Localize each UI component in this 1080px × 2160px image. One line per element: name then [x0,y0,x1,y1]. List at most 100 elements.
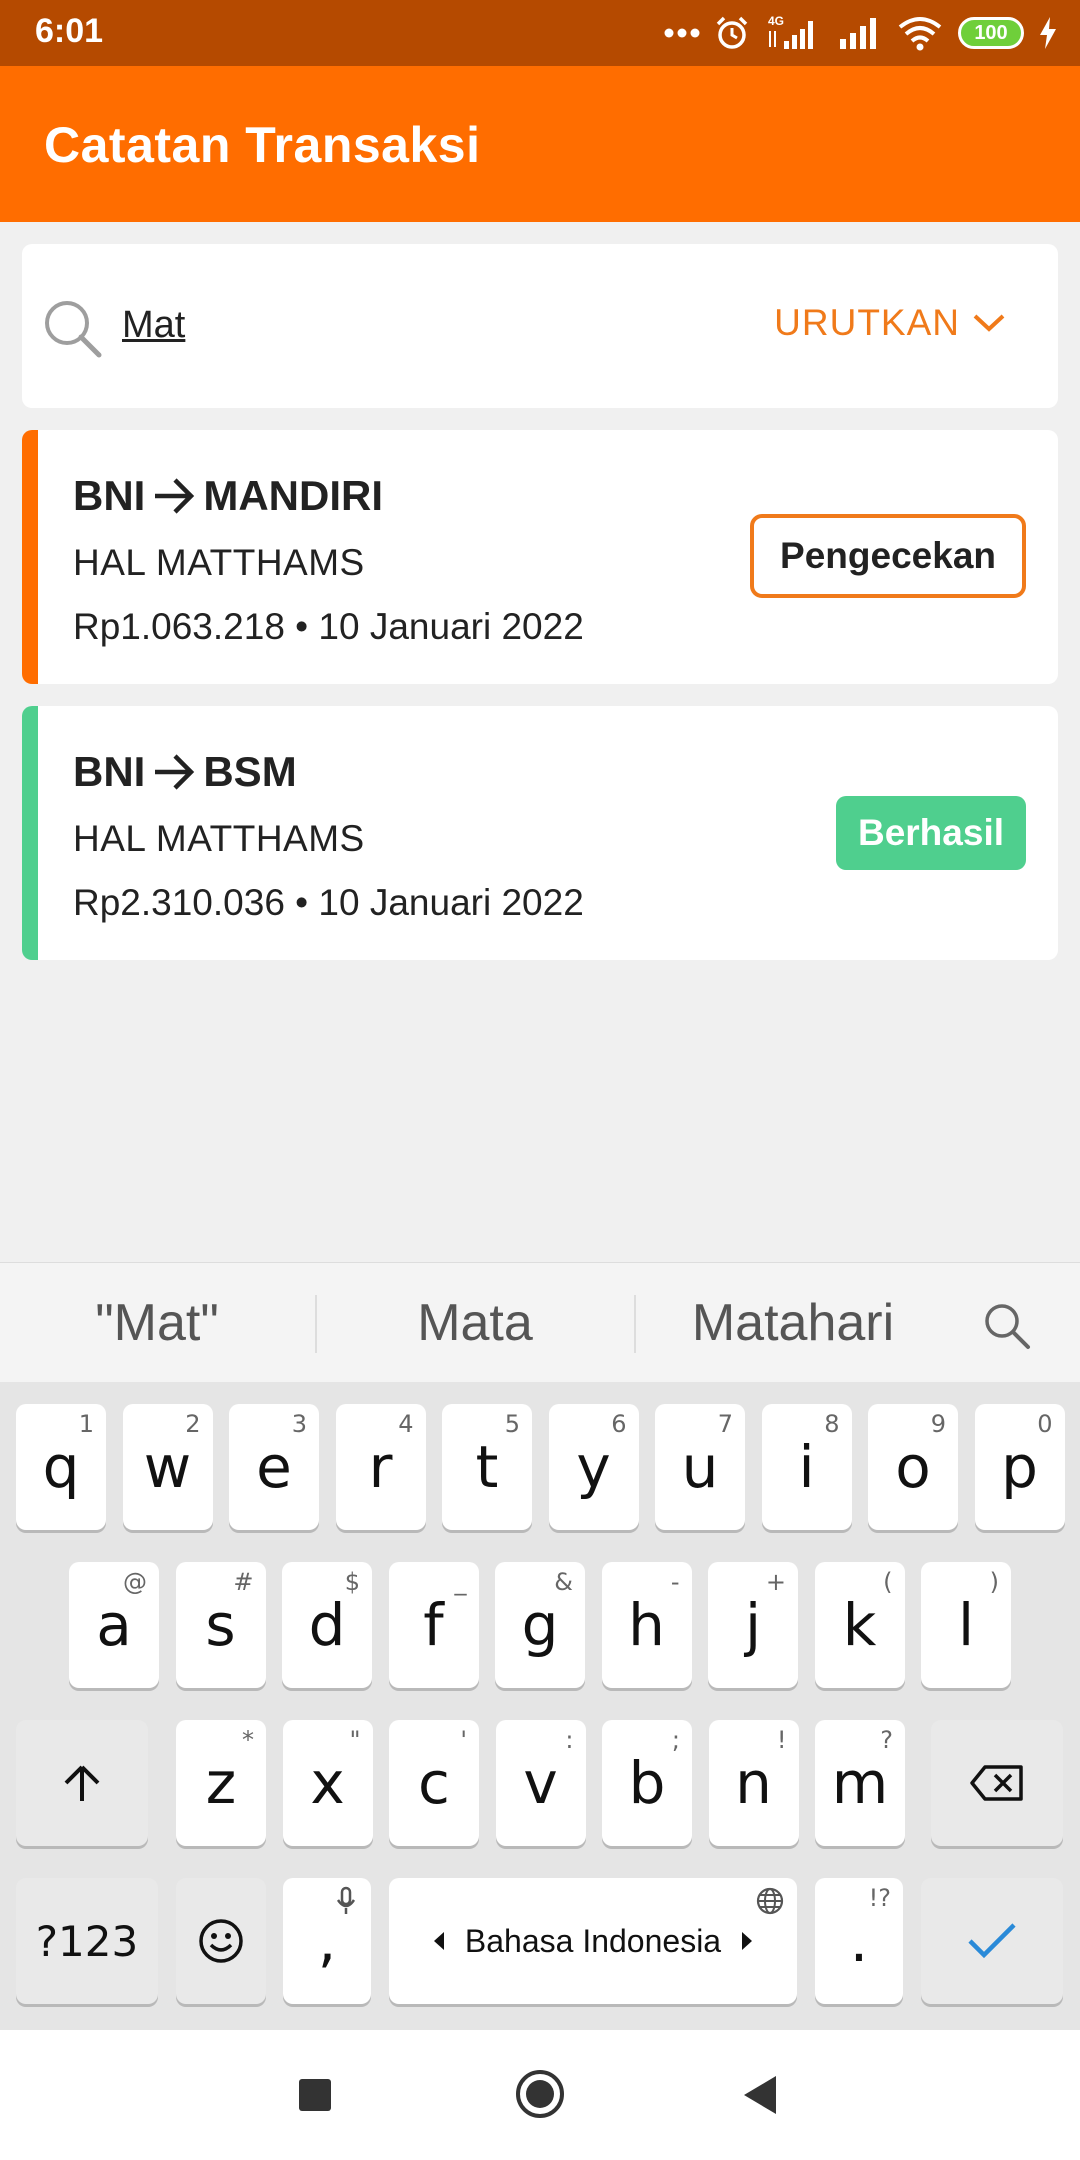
key-m[interactable]: m? [815,1720,905,1846]
key-x[interactable]: x " [282,1720,373,1846]
key-hint: _ [454,1568,467,1596]
suggestion-item[interactable]: Matahari [638,1293,948,1353]
key-hint: @ [123,1568,147,1596]
key-c[interactable]: c ' [389,1720,479,1846]
transaction-card[interactable]: BNI MANDIRI HAL MATTHAMS Rp1.063.218 • 1… [22,430,1058,684]
key-hint: ( [883,1568,893,1596]
emoji-key[interactable] [176,1878,266,2004]
key-y[interactable]: y6 [548,1404,639,1530]
key-hint: ? [880,1726,893,1754]
key-label: y [576,1433,611,1501]
period-key-label: . [849,1907,869,1975]
key-hint: 6 [611,1410,627,1438]
key-hint: ; [671,1726,680,1754]
key-j[interactable]: j + [708,1562,798,1688]
key-hint: 9 [930,1410,946,1438]
wifi-icon [898,17,942,51]
key-s[interactable]: s # [175,1562,266,1688]
battery-icon: 100 [958,17,1024,49]
backspace-icon [970,1765,1023,1801]
period-key[interactable]: . !? [815,1878,903,2004]
comma-key-label: , [317,1907,337,1975]
space-key-label: Bahasa Indonesia [433,1923,753,1960]
suggestion-item[interactable]: Mata [320,1293,630,1353]
symbols-key[interactable]: ?123 [16,1878,158,2004]
svg-text:4G: 4G [768,14,784,28]
key-hint: 1 [78,1410,94,1438]
comma-key[interactable]: , [283,1878,371,2004]
key-b[interactable]: b; [602,1720,692,1846]
suggestion-item[interactable]: "Mat" [2,1293,312,1353]
key-q[interactable]: q1 [16,1404,106,1530]
recents-square-icon[interactable] [298,2078,332,2112]
backspace-key[interactable] [931,1720,1063,1846]
account-name: HAL MATTHAMS [73,542,365,583]
key-hint: - [670,1568,680,1596]
key-e[interactable]: e3 [229,1404,319,1530]
key-label: w [143,1433,192,1501]
keyboard-search-icon[interactable] [982,1301,1032,1351]
arrow-right-icon [155,478,195,514]
navigation-bar [0,2030,1080,2160]
key-r[interactable]: r4 [335,1404,426,1530]
globe-icon [756,1887,784,1915]
search-input[interactable] [122,292,622,358]
status-icons: 4G 100 [664,10,1058,56]
microphone-icon [336,1886,356,1914]
key-label: l [957,1591,975,1659]
arrow-right-icon [155,754,195,790]
key-g[interactable]: g & [495,1562,585,1688]
key-hint: + [765,1568,786,1596]
caret-right-icon [742,1932,753,1950]
suggestion-divider [315,1295,317,1353]
key-label: t [475,1433,499,1501]
source-bank: BNI [73,748,146,795]
key-z[interactable]: z * [176,1720,266,1846]
key-p[interactable]: p0 [974,1404,1065,1530]
key-hint: 4 [398,1410,414,1438]
key-f[interactable]: f _ [388,1562,479,1688]
shift-arrow-icon [64,1765,100,1801]
checkmark-icon [968,1923,1016,1959]
key-h[interactable]: h- [601,1562,692,1688]
destination-bank: BSM [203,748,297,795]
search-card: URUTKAN [22,244,1058,408]
key-t[interactable]: t5 [442,1404,532,1530]
key-v[interactable]: v: [495,1720,586,1846]
status-badge: Pengecekan [750,514,1026,598]
shift-key[interactable] [16,1720,148,1846]
key-d[interactable]: d $ [282,1562,372,1688]
sort-button[interactable]: URUTKAN [774,302,1006,344]
transaction-route: BNI MANDIRI [73,472,383,520]
charging-icon [1040,17,1056,49]
status-bar: 6:01 4G 100 [0,0,1080,66]
enter-key[interactable] [921,1878,1063,2004]
key-label: r [368,1433,393,1501]
key-hint: ! [776,1726,787,1754]
transaction-card[interactable]: BNI BSM HAL MATTHAMS Rp2.310.036 • 10 Ja… [22,706,1058,960]
suggestion-bar: "Mat" Mata Matahari [0,1262,1080,1382]
key-i[interactable]: i8 [761,1404,852,1530]
home-circle-icon[interactable] [514,2068,566,2120]
key-label: z [205,1749,237,1817]
back-triangle-icon[interactable] [742,2074,778,2116]
key-a[interactable]: a @ [69,1562,159,1688]
transaction-meta: Rp1.063.218 • 10 Januari 2022 [73,606,584,647]
transaction-meta: Rp2.310.036 • 10 Januari 2022 [73,882,584,923]
space-key[interactable]: Bahasa Indonesia [389,1878,797,2004]
sort-label: URUTKAN [774,302,960,343]
key-label: a [96,1591,132,1659]
key-w[interactable]: w2 [122,1404,213,1530]
key-l[interactable]: l) [921,1562,1011,1688]
key-hint: & [554,1568,573,1596]
key-hint: 2 [185,1410,201,1438]
key-k[interactable]: k( [814,1562,905,1688]
key-hint: ) [989,1568,999,1596]
key-label: u [681,1433,719,1501]
more-dots-icon [664,28,700,38]
key-o[interactable]: o9 [868,1404,958,1530]
key-u[interactable]: u7 [655,1404,745,1530]
key-n[interactable]: n! [708,1720,799,1846]
destination-bank: MANDIRI [203,472,383,519]
key-label: o [895,1433,931,1501]
